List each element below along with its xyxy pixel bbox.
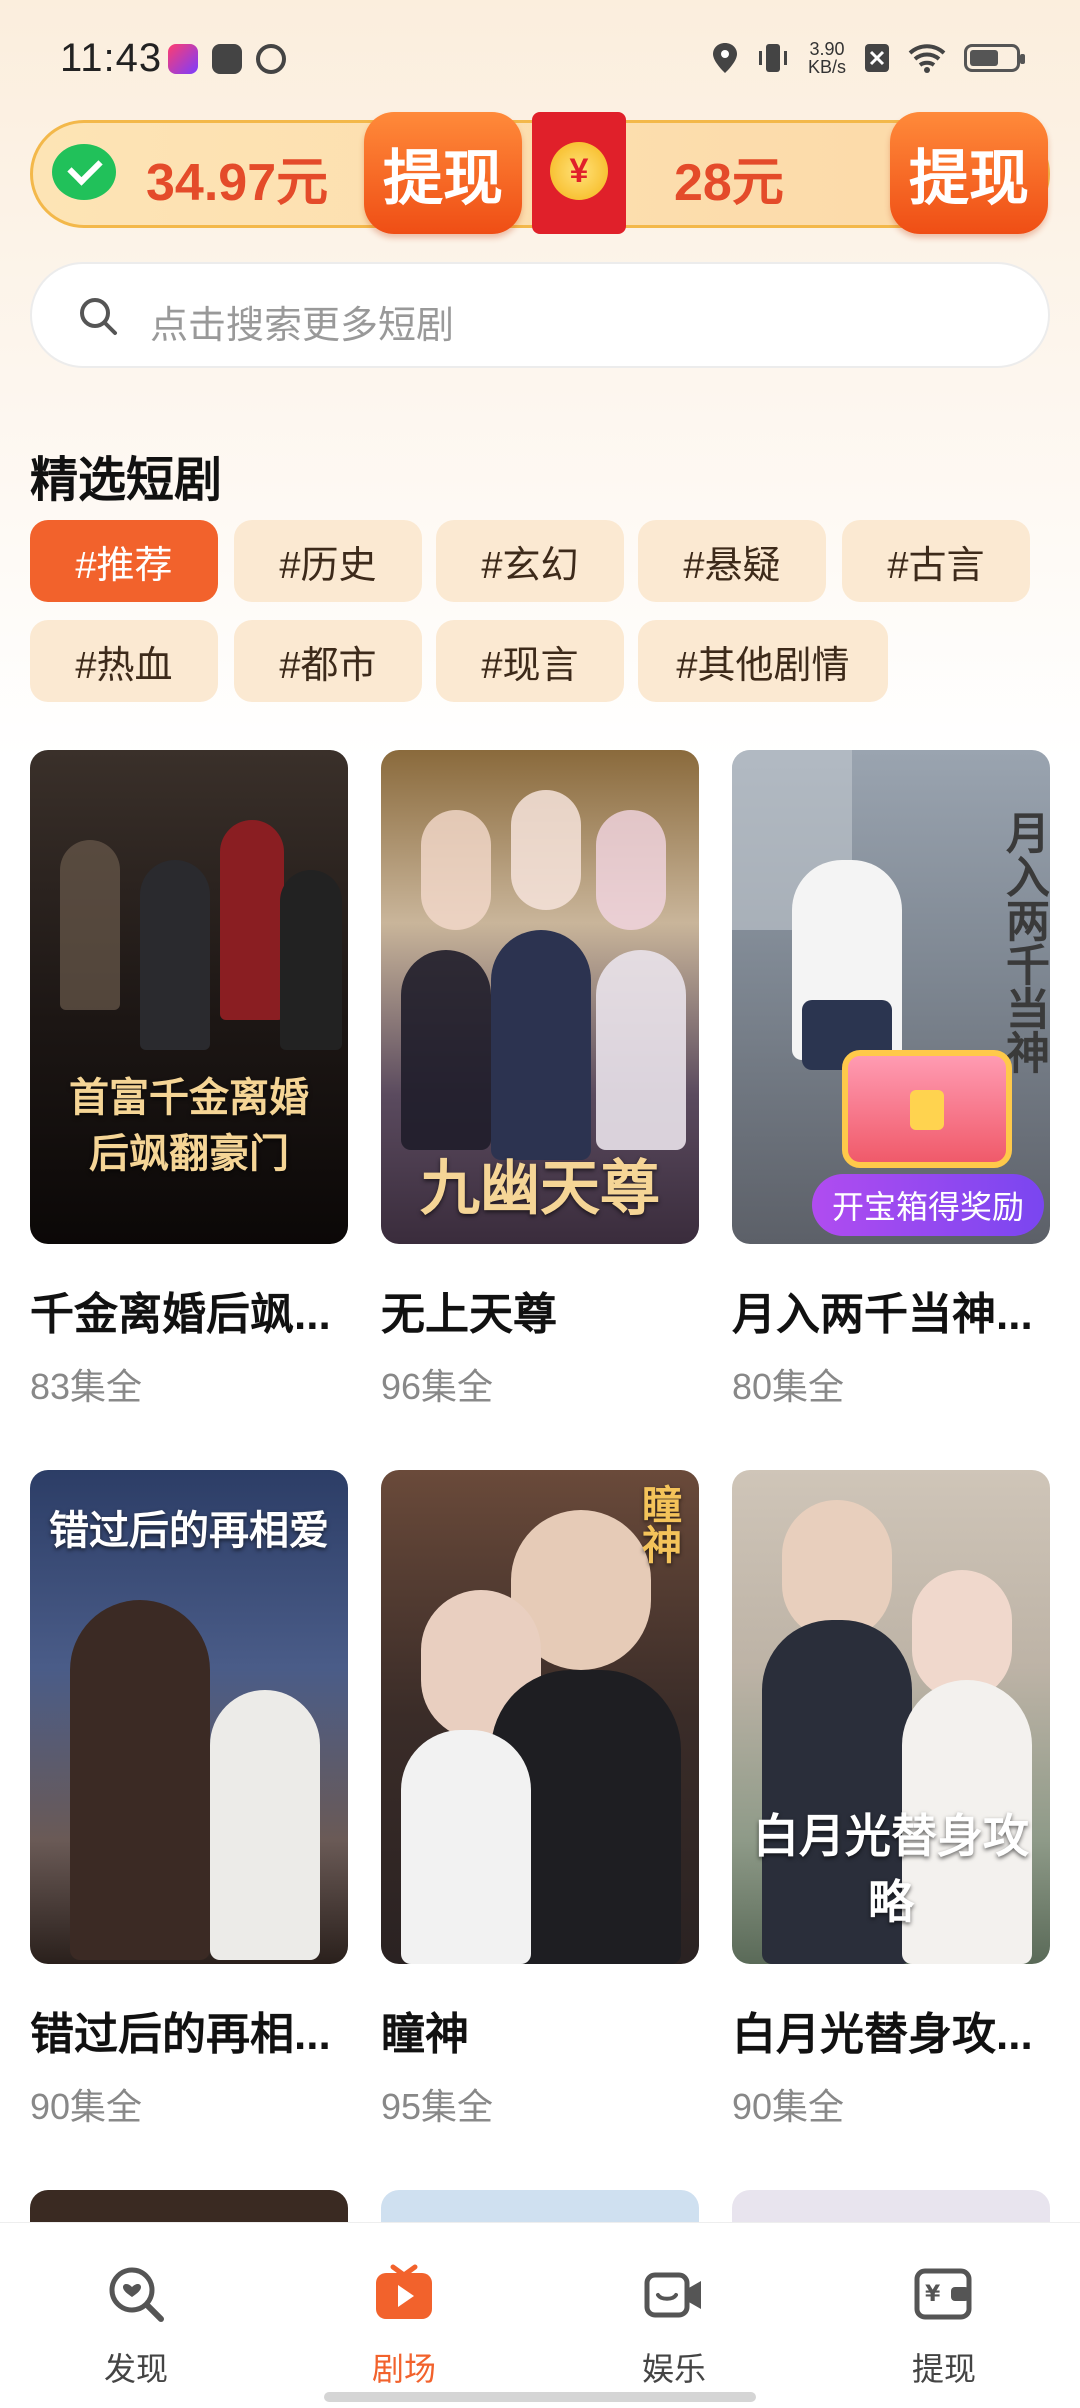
episode-count: 90集全 [30,2086,143,2127]
status-time: 11:43 [60,36,163,80]
tag-history[interactable]: #历史 [234,520,422,602]
wechat-icon [52,144,116,200]
browser-notification-icon [256,44,286,74]
search-icon [80,298,117,335]
tag-suspense[interactable]: #悬疑 [638,520,826,602]
status-bar: 11:43 3.90 KB/s [0,0,1080,120]
wechat-withdraw-button[interactable]: 提现 [364,112,522,234]
tag-other[interactable]: #其他剧情 [638,620,888,702]
treasure-chest-icon[interactable] [842,1050,1012,1168]
episode-count: 80集全 [732,1366,845,1407]
tag-urban[interactable]: #都市 [234,620,422,702]
tag-modern-romance[interactable]: #现言 [436,620,624,702]
episode-count: 95集全 [381,2086,494,2127]
location-icon [712,43,737,73]
drama-title: 千金离婚后飒... [30,1290,331,1339]
drama-title: 月入两千当神... [732,1290,1033,1339]
poster-title: 瞳神 [635,1484,682,1564]
search-placeholder: 点击搜索更多短剧 [150,305,455,347]
drama-poster[interactable]: 白月光替身攻略 [732,1470,1050,1964]
drama-card[interactable]: 九幽天尊 无上天尊 96集全 [381,750,699,1410]
drama-poster[interactable]: 首富千金离婚后飒翻豪门 [30,750,348,1244]
episode-count: 90集全 [732,2086,845,2127]
reward-badge[interactable]: 开宝箱得奖励 [811,1174,1044,1236]
poster-title: 九幽天尊 [420,1154,660,1224]
drama-title: 瞳神 [381,2010,469,2059]
red-packet-icon: ¥ [532,112,626,234]
discover-icon [109,2267,164,2322]
no-sim-icon [865,44,889,72]
nav-discover[interactable]: 发现 [66,2263,206,2390]
drama-poster[interactable]: 九幽天尊 [381,750,699,1244]
nav-entertainment[interactable]: 娱乐 [604,2263,744,2390]
svg-text:¥: ¥ [925,2282,941,2307]
drama-card[interactable]: 月入两千当神 开宝箱得奖励 月入两千当神... 80集全 [732,750,1050,1410]
app-notification-icon [168,44,198,74]
episode-count: 96集全 [381,1366,494,1407]
search-input[interactable]: 点击搜索更多短剧 [30,262,1050,368]
drama-card[interactable]: 白月光替身攻略 白月光替身攻... 90集全 [732,1470,1050,2130]
vibrate-icon [758,44,787,72]
poster-title: 白月光替身攻略 [753,1809,1029,1929]
episode-count: 83集全 [30,1366,143,1407]
drama-poster[interactable]: 错过后的再相爱 [30,1470,348,1964]
tag-recommend[interactable]: #推荐 [30,520,218,602]
poster-title: 错过后的再相爱 [49,1507,329,1554]
drama-card[interactable]: 首富千金离婚后飒翻豪门 千金离婚后飒... 83集全 [30,750,348,1410]
coin-icon: ¥ [550,142,608,200]
drama-poster[interactable]: 月入两千当神 开宝箱得奖励 [732,750,1050,1244]
drama-title: 错过后的再相... [30,2010,331,2059]
drama-title: 白月光替身攻... [732,2010,1033,2059]
redpacket-withdraw-button[interactable]: 提现 [890,112,1048,234]
withdraw-icon: ¥ [914,2268,972,2320]
theater-icon [376,2264,432,2319]
tag-action[interactable]: #热血 [30,620,218,702]
wallet-bar: 34.97元 提现 ¥ 28元 提现 [30,112,1050,234]
section-title: 精选短剧 [30,454,223,507]
tag-ancient-romance[interactable]: #古言 [842,520,1030,602]
nav-withdraw[interactable]: ¥ 提现 [874,2263,1014,2390]
mail-notification-icon [212,44,242,74]
bottom-nav: 发现 剧场 娱乐 ¥ 提现 [0,2222,1080,2408]
drama-card[interactable]: 瞳神 瞳神 95集全 [381,1470,699,2130]
drama-title: 无上天尊 [381,1290,557,1339]
drama-poster[interactable]: 瞳神 [381,1470,699,1964]
drama-card[interactable]: 错过后的再相爱 错过后的再相... 90集全 [30,1470,348,2130]
entertainment-icon [644,2272,701,2318]
battery-icon [964,44,1025,72]
poster-title: 月入两千当神 [998,810,1049,1074]
redpacket-balance: 28元 [674,154,784,212]
home-indicator[interactable] [324,2392,756,2402]
poster-title: 首富千金离婚后飒翻豪门 [69,1074,309,1177]
wifi-icon [908,44,946,73]
network-speed: 3.90 KB/s [807,39,846,77]
tag-fantasy[interactable]: #玄幻 [436,520,624,602]
nav-theater[interactable]: 剧场 [334,2263,474,2390]
wechat-balance: 34.97元 [146,154,329,212]
